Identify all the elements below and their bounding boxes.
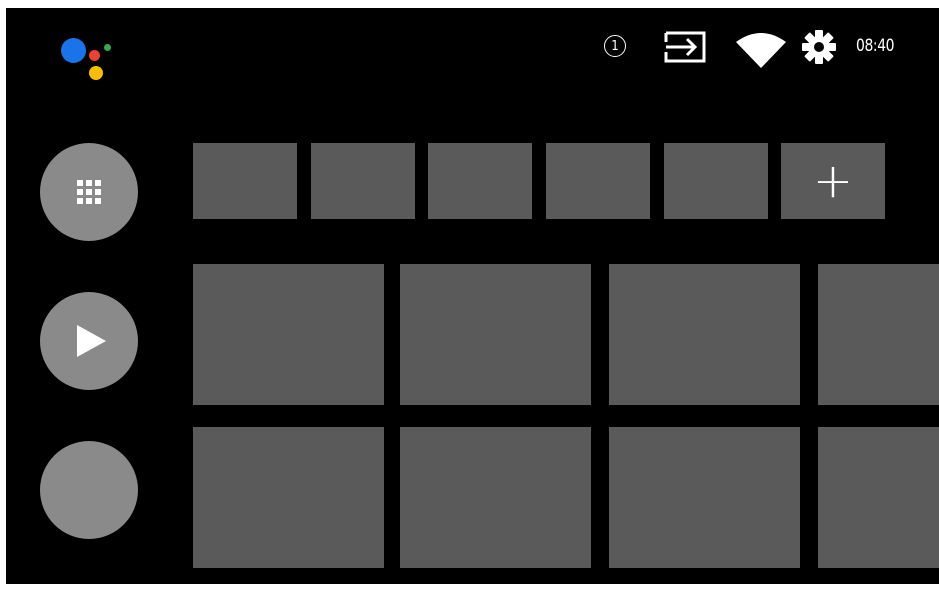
clock: 08:40 [856, 36, 895, 56]
tv-home-screen: 1 08:40 + [6, 8, 939, 584]
input-source-icon[interactable] [663, 30, 707, 64]
favorite-channel-tile[interactable] [311, 143, 415, 219]
play-icon [77, 325, 106, 357]
content-tile[interactable] [609, 427, 800, 568]
assistant-red-dot [89, 50, 100, 61]
google-assistant-icon[interactable] [61, 35, 121, 85]
apps-grid-icon [77, 180, 101, 204]
content-tile[interactable] [818, 427, 939, 568]
favorite-channel-tile[interactable] [546, 143, 650, 219]
content-tile[interactable] [818, 264, 939, 405]
settings-gear-icon[interactable] [802, 30, 836, 64]
favorite-channel-tile[interactable] [193, 143, 297, 219]
notification-count-badge[interactable]: 1 [604, 35, 626, 57]
play-button[interactable] [40, 292, 138, 390]
content-tile[interactable] [193, 427, 384, 568]
assistant-green-dot [104, 44, 111, 51]
add-icon: + [812, 153, 854, 209]
content-tile[interactable] [400, 427, 591, 568]
wifi-icon[interactable] [735, 32, 787, 68]
content-tile[interactable] [609, 264, 800, 405]
blank-circle-button[interactable] [40, 441, 138, 539]
content-tile[interactable] [193, 264, 384, 405]
assistant-yellow-dot [89, 66, 103, 80]
add-favorite-tile[interactable]: + [781, 143, 885, 219]
content-tile[interactable] [400, 264, 591, 405]
favorite-channel-tile[interactable] [664, 143, 768, 219]
apps-button[interactable] [40, 143, 138, 241]
assistant-blue-dot [61, 38, 86, 63]
favorite-channel-tile[interactable] [428, 143, 532, 219]
